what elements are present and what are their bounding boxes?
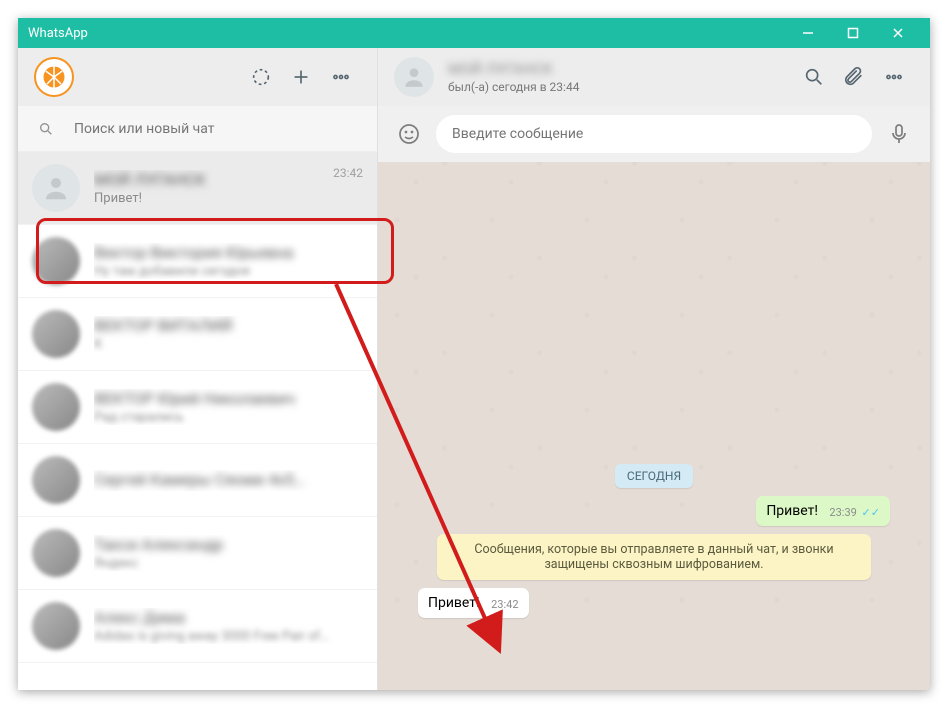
chat-menu-icon[interactable] [874, 57, 914, 97]
message-input[interactable] [436, 115, 872, 153]
search-row [18, 106, 377, 152]
avatar [32, 237, 80, 285]
chat-name: Алекс Дима [94, 608, 363, 627]
chat-item[interactable]: ВЕКТОР ВИТАЛИЙ К [18, 298, 377, 371]
new-chat-icon[interactable] [281, 57, 321, 97]
close-button[interactable] [875, 18, 920, 48]
search-input[interactable] [60, 121, 363, 137]
avatar [32, 164, 80, 212]
app-title: WhatsApp [28, 26, 785, 41]
attach-icon[interactable] [834, 57, 874, 97]
chat-header: МОЙ ЛУГАНСК был(-а) сегодня в 23:44 [378, 48, 930, 106]
chat-item[interactable]: Такси Александр Яндекс [18, 517, 377, 590]
contact-status: был(-а) сегодня в 23:44 [448, 80, 794, 94]
avatar [32, 602, 80, 650]
app-body: МОЙ ЛУГАНСК Привет! 23:42 Вектор Виктори… [18, 48, 930, 690]
contact-name: МОЙ ЛУГАНСК [448, 60, 794, 78]
chat-preview: Рад старались [94, 410, 363, 425]
chat-item[interactable]: Алекс Дима Adidas is giving away 3000 Fre… [18, 590, 377, 663]
titlebar: WhatsApp [18, 18, 930, 48]
date-badge: СЕГОДНЯ [615, 464, 693, 488]
avatar [32, 383, 80, 431]
chat-messages: СЕГОДНЯ Привет! 23:39 ✓✓ Сообщения, кото… [378, 106, 930, 634]
chat-preview: Adidas is giving away 3000 Free Pair of… [94, 629, 363, 644]
chat-item[interactable]: Вектор Виктория Юрьевна Ну там добавили с… [18, 225, 377, 298]
emoji-icon[interactable] [392, 117, 426, 151]
chat-name: Вектор Виктория Юрьевна [94, 243, 363, 262]
chat-name: ВЕКТОР Юрий Николаевич [94, 389, 363, 408]
avatar [32, 456, 80, 504]
sidebar-header [18, 48, 377, 106]
avatar [32, 310, 80, 358]
chat-preview: Яндекс [94, 556, 363, 571]
search-icon [32, 121, 60, 137]
sidebar: МОЙ ЛУГАНСК Привет! 23:42 Вектор Виктори… [18, 48, 378, 690]
chat-name: Сергей Камеры Сяоми 4х5… [94, 470, 363, 489]
chat-panel: МОЙ ЛУГАНСК был(-а) сегодня в 23:44 СЕГО… [378, 48, 930, 690]
message-text: Привет! [766, 503, 818, 519]
chat-list: МОЙ ЛУГАНСК Привет! 23:42 Вектор Виктори… [18, 152, 377, 690]
status-icon[interactable] [241, 57, 281, 97]
chat-preview: К [94, 337, 363, 352]
chat-preview: Привет! [94, 191, 363, 206]
message-meta: 23:39 ✓✓ [829, 506, 880, 519]
message-meta: 23:42 [491, 598, 518, 611]
encryption-notice: Сообщения, которые вы отправляете в данн… [437, 534, 871, 580]
message-in[interactable]: Привет! 23:42 [418, 588, 529, 618]
message-text: Привет! [428, 595, 480, 611]
mic-icon[interactable] [882, 117, 916, 151]
menu-icon[interactable] [321, 57, 361, 97]
read-check-icon: ✓✓ [859, 506, 880, 519]
message-out[interactable]: Привет! 23:39 ✓✓ [756, 496, 890, 526]
app-window: WhatsApp МОЙ [18, 18, 930, 690]
chat-item[interactable]: Сергей Камеры Сяоми 4х5… [18, 444, 377, 517]
chat-name: МОЙ ЛУГАНСК [94, 170, 363, 189]
search-chat-icon[interactable] [794, 57, 834, 97]
message-input-bar [378, 106, 930, 162]
chat-preview: Ну там добавили сегодня [94, 264, 363, 279]
avatar [32, 529, 80, 577]
orange-icon [40, 63, 68, 91]
chat-item[interactable]: ВЕКТОР Юрий Николаевич Рад старались [18, 371, 377, 444]
contact-avatar[interactable] [394, 57, 434, 97]
chat-name: ВЕКТОР ВИТАЛИЙ [94, 316, 363, 335]
user-avatar[interactable] [34, 57, 74, 97]
chat-name: Такси Александр [94, 535, 363, 554]
maximize-button[interactable] [830, 18, 875, 48]
chat-time: 23:42 [333, 166, 363, 180]
chat-item-active[interactable]: МОЙ ЛУГАНСК Привет! 23:42 [18, 152, 377, 225]
minimize-button[interactable] [785, 18, 830, 48]
